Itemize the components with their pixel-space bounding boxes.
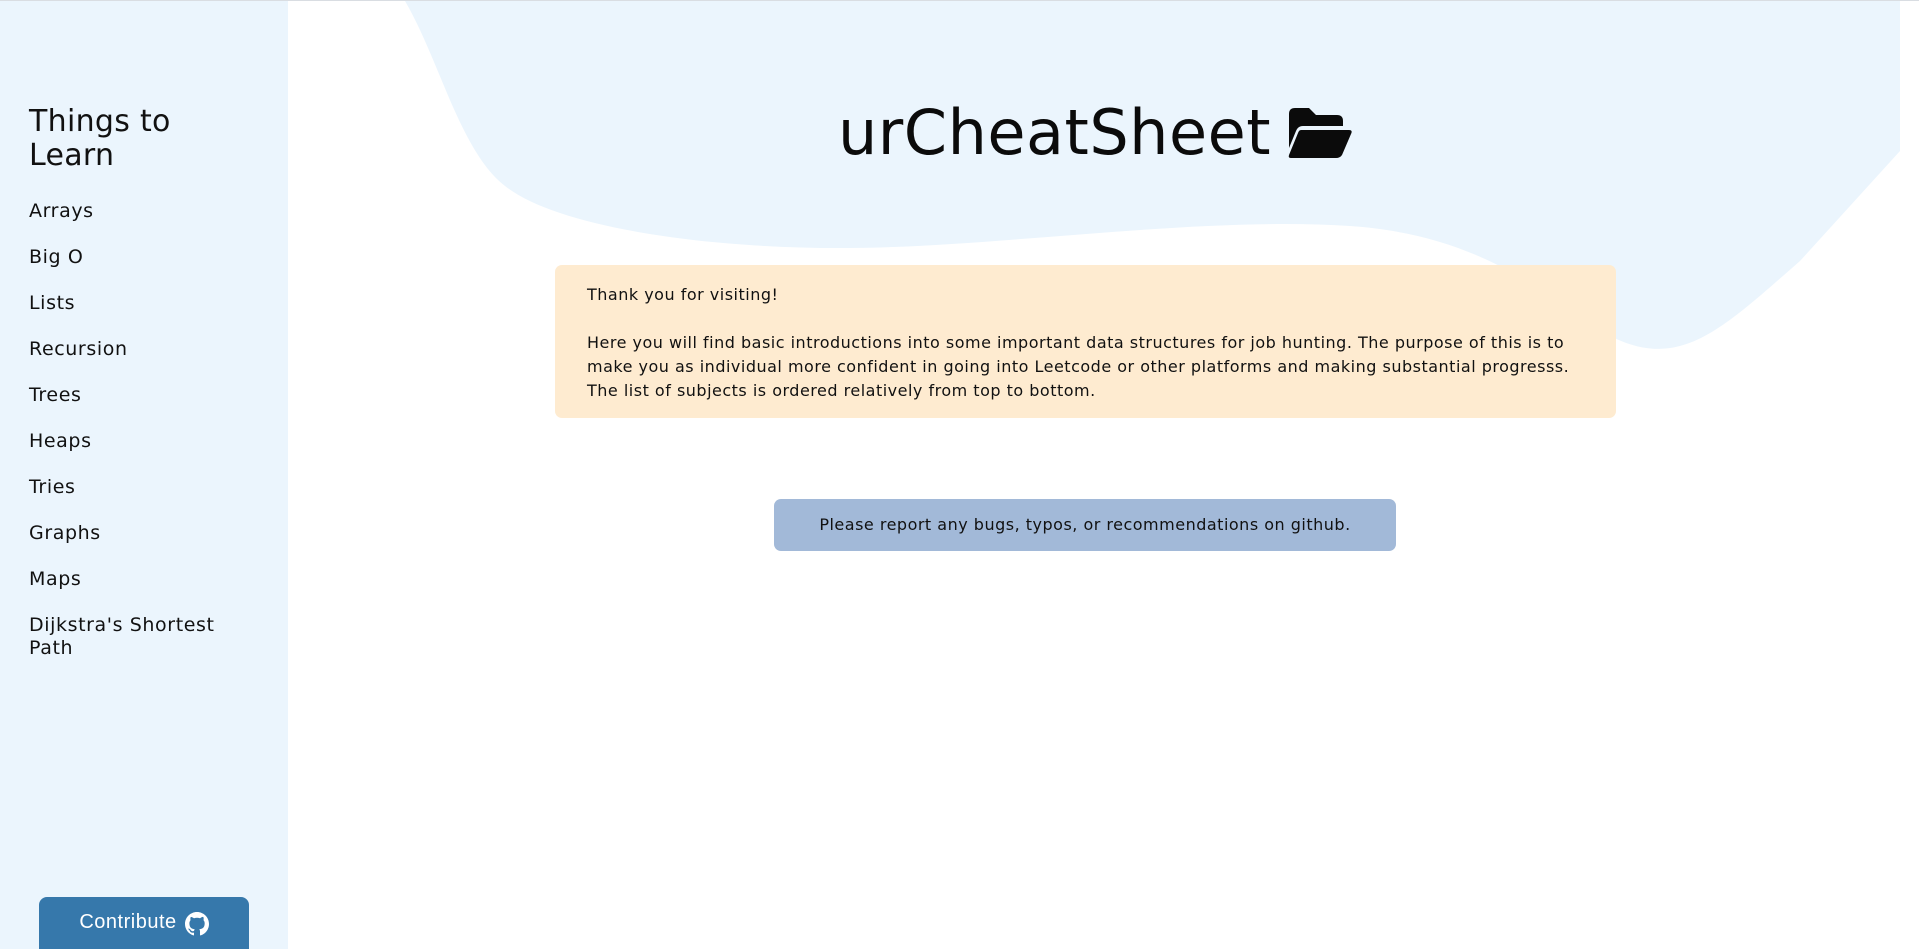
- sidebar: Things to Learn Arrays Big O Lists Recur…: [0, 1, 288, 949]
- folder-open-icon: [1288, 108, 1352, 158]
- contribute-button[interactable]: Contribute: [39, 897, 249, 949]
- github-icon: [184, 912, 209, 936]
- intro-box: Thank you for visiting! Here you will fi…: [555, 265, 1616, 418]
- page-title: urCheatSheet: [838, 96, 1272, 169]
- intro-body: Here you will find basic introductions i…: [587, 333, 1570, 400]
- contribute-label: Contribute: [79, 911, 177, 933]
- report-banner: Please report any bugs, typos, or recomm…: [774, 499, 1396, 551]
- sidebar-item-graphs[interactable]: Graphs: [29, 522, 259, 568]
- header: urCheatSheet: [838, 93, 1353, 173]
- sidebar-item-maps[interactable]: Maps: [29, 568, 259, 614]
- sidebar-item-tries[interactable]: Tries: [29, 476, 259, 522]
- sidebar-nav: Arrays Big O Lists Recursion Trees Heaps…: [29, 200, 259, 660]
- sidebar-item-trees[interactable]: Trees: [29, 384, 259, 430]
- sidebar-item-recursion[interactable]: Recursion: [29, 338, 259, 384]
- sidebar-item-big-o[interactable]: Big O: [29, 246, 259, 292]
- sidebar-item-heaps[interactable]: Heaps: [29, 430, 259, 476]
- page: Things to Learn Arrays Big O Lists Recur…: [0, 0, 1919, 949]
- sidebar-item-arrays[interactable]: Arrays: [29, 200, 259, 246]
- sidebar-title: Things to Learn: [29, 104, 171, 173]
- sidebar-item-dijkstra[interactable]: Dijkstra's Shortest Path: [29, 614, 259, 660]
- sidebar-item-lists[interactable]: Lists: [29, 292, 259, 338]
- intro-greeting: Thank you for visiting!: [587, 285, 779, 304]
